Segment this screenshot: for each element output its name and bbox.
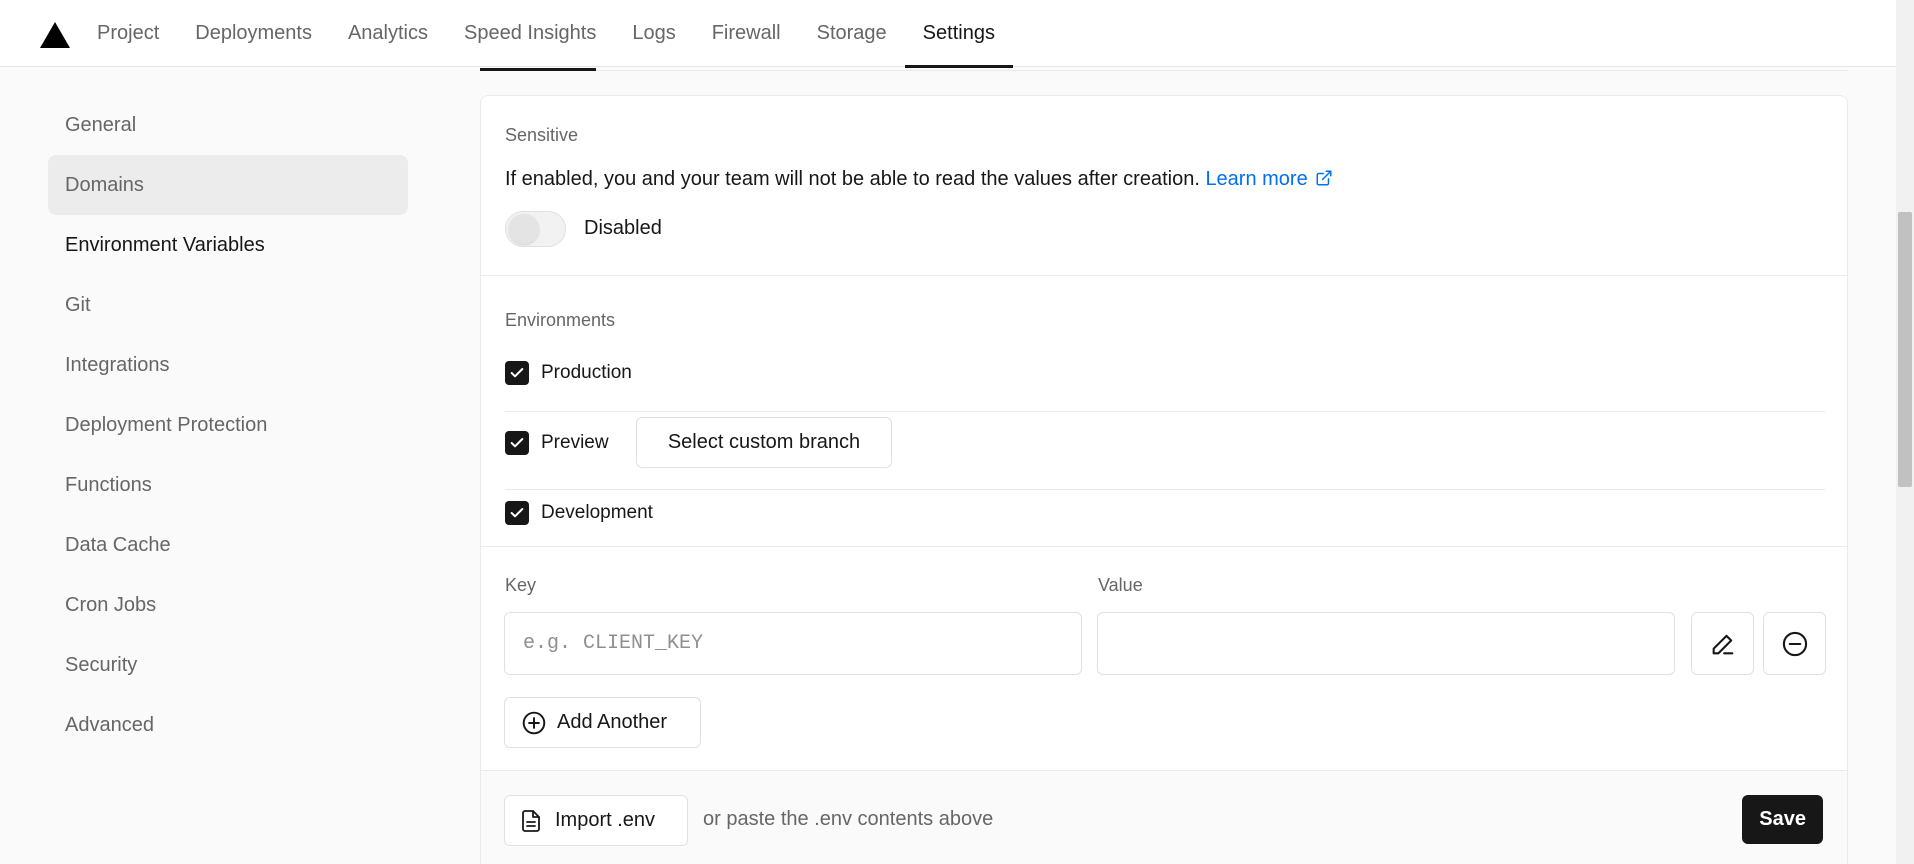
check-icon — [510, 438, 524, 448]
subnav-divider — [480, 67, 1848, 71]
edit-value-button[interactable] — [1691, 612, 1754, 675]
sidebar-item-domains[interactable]: Domains — [48, 155, 408, 215]
environments-title: Environments — [505, 310, 616, 330]
page-scrollbar-thumb[interactable] — [1898, 212, 1912, 487]
tab-logs[interactable]: Logs — [614, 0, 693, 67]
import-env-button[interactable]: Import .env — [504, 795, 688, 846]
add-another-label: Add Another — [557, 711, 668, 733]
import-env-label: Import .env — [555, 809, 656, 831]
tab-deployments[interactable]: Deployments — [177, 0, 330, 67]
plus-circle-icon — [522, 711, 546, 734]
sidebar-item-data-cache[interactable]: Data Cache — [48, 515, 408, 575]
learn-more-label: Learn more — [1205, 168, 1308, 190]
import-hint: or paste the .env contents above — [703, 808, 994, 830]
subnav-active-indicator — [480, 68, 596, 71]
file-icon — [522, 809, 540, 832]
top-navigation: Project Deployments Analytics Speed Insi… — [0, 0, 1896, 68]
sidebar-item-cron-jobs[interactable]: Cron Jobs — [48, 575, 408, 635]
sidebar-item-security[interactable]: Security — [48, 635, 408, 695]
check-icon — [510, 508, 524, 518]
production-checkbox[interactable] — [505, 361, 529, 385]
toggle-knob — [509, 214, 539, 244]
preview-label: Preview — [541, 432, 609, 453]
key-input[interactable] — [504, 612, 1082, 675]
minus-circle-icon — [1782, 631, 1807, 656]
save-button[interactable]: Save — [1742, 795, 1823, 844]
sensitive-description: If enabled, you and your team will not b… — [505, 168, 1200, 190]
form-footer: Import .env or paste the .env contents a… — [481, 770, 1847, 864]
sidebar-item-environment-variables[interactable]: Environment Variables — [48, 215, 408, 275]
tab-firewall[interactable]: Firewall — [694, 0, 799, 67]
environments-section: Environments Production Preview Select c… — [481, 276, 1847, 547]
external-link-icon — [1316, 170, 1332, 186]
learn-more-link[interactable]: Learn more — [1205, 168, 1333, 190]
preview-checkbox[interactable] — [505, 431, 529, 455]
sidebar-item-functions[interactable]: Functions — [48, 455, 408, 515]
sidebar-item-advanced[interactable]: Advanced — [48, 695, 408, 755]
value-label: Value — [1098, 575, 1143, 595]
development-checkbox[interactable] — [505, 501, 529, 525]
add-another-button[interactable]: Add Another — [504, 697, 701, 748]
development-label: Development — [541, 502, 653, 523]
sensitive-toggle-label: Disabled — [584, 217, 662, 239]
remove-row-button[interactable] — [1763, 612, 1826, 675]
sensitive-title: Sensitive — [505, 125, 579, 145]
pencil-icon — [1712, 634, 1733, 654]
sidebar-item-deployment-protection[interactable]: Deployment Protection — [48, 395, 408, 455]
tab-project[interactable]: Project — [79, 0, 177, 67]
env-divider — [505, 489, 1825, 490]
env-divider — [505, 411, 1825, 412]
sidebar-item-integrations[interactable]: Integrations — [48, 335, 408, 395]
production-label: Production — [541, 362, 632, 383]
tab-storage[interactable]: Storage — [799, 0, 905, 67]
nav-tabs: Project Deployments Analytics Speed Insi… — [79, 0, 1014, 68]
env-variable-form-card: Sensitive If enabled, you and your team … — [480, 95, 1848, 864]
sensitive-description-line: If enabled, you and your team will not b… — [505, 168, 1333, 191]
tab-settings[interactable]: Settings — [904, 0, 1014, 68]
value-input[interactable] — [1097, 612, 1675, 675]
tab-analytics[interactable]: Analytics — [330, 0, 446, 67]
select-custom-branch-button[interactable]: Select custom branch — [636, 417, 892, 468]
tab-speed-insights[interactable]: Speed Insights — [446, 0, 614, 67]
settings-sidebar: General Domains Environment Variables Gi… — [48, 95, 408, 755]
check-icon — [510, 368, 524, 378]
key-label: Key — [505, 575, 537, 595]
sensitive-toggle[interactable] — [505, 211, 566, 247]
vercel-logo-icon[interactable] — [40, 22, 70, 48]
sidebar-item-general[interactable]: General — [48, 95, 408, 155]
sidebar-item-git[interactable]: Git — [48, 275, 408, 335]
sensitive-section: Sensitive If enabled, you and your team … — [481, 96, 1847, 276]
